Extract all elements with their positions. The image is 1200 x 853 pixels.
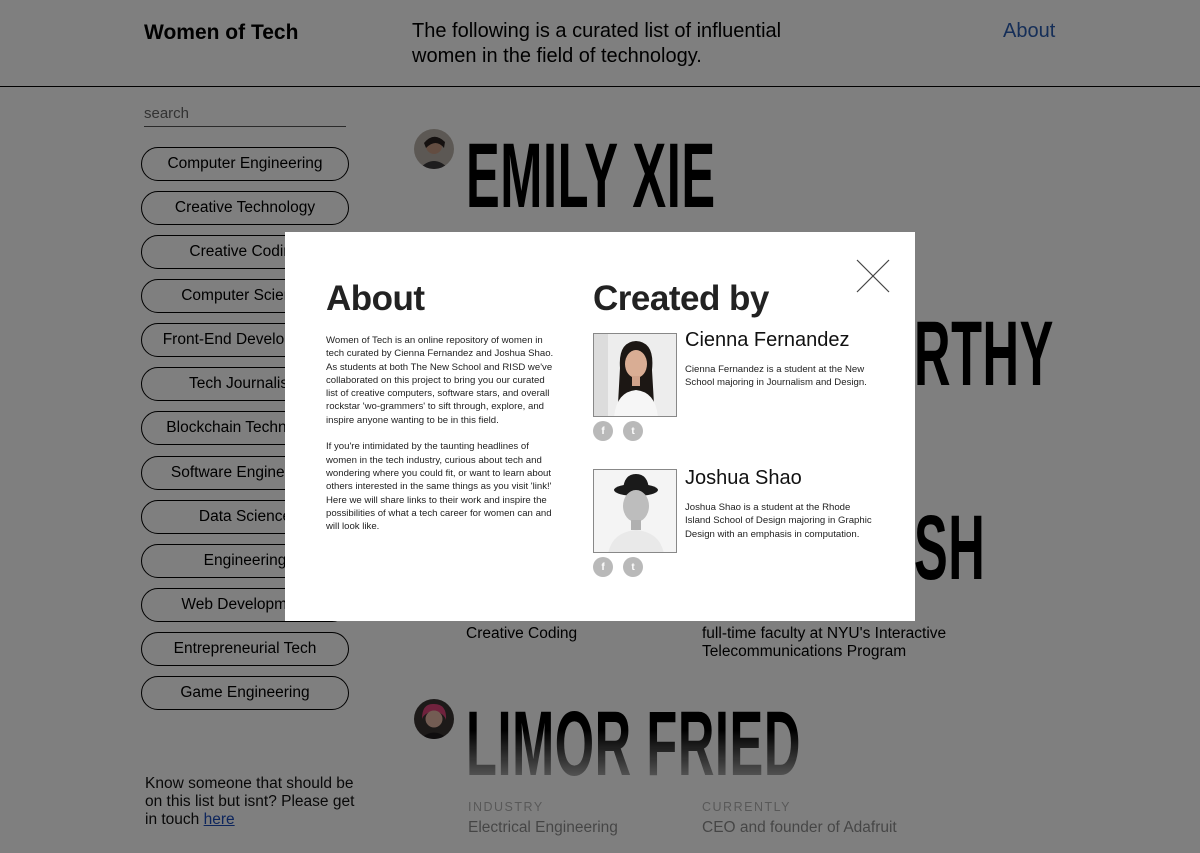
- created-by-heading: Created by: [593, 279, 769, 318]
- close-icon[interactable]: [856, 259, 890, 293]
- about-paragraph: Women of Tech is an online repository of…: [326, 335, 554, 426]
- creator-bio: Cienna Fernandez is a student at the New…: [685, 364, 867, 389]
- about-description: Women of Tech is an online repository of…: [326, 334, 558, 533]
- creator-bio: Joshua Shao is a student at the Rhode Is…: [685, 502, 872, 540]
- twitter-icon[interactable]: t: [623, 421, 643, 441]
- about-heading: About: [326, 279, 425, 318]
- creator-photo-joshua: [593, 469, 677, 553]
- twitter-icon[interactable]: t: [623, 557, 643, 577]
- about-paragraph: If you're intimidated by the taunting he…: [326, 441, 552, 533]
- facebook-icon[interactable]: f: [593, 557, 613, 577]
- creator-name: Cienna Fernandez: [685, 329, 850, 351]
- facebook-icon[interactable]: f: [593, 421, 613, 441]
- about-modal: About Women of Tech is an online reposit…: [285, 232, 915, 621]
- creator-photo-cienna: [593, 333, 677, 417]
- creator-name: Joshua Shao: [685, 467, 802, 489]
